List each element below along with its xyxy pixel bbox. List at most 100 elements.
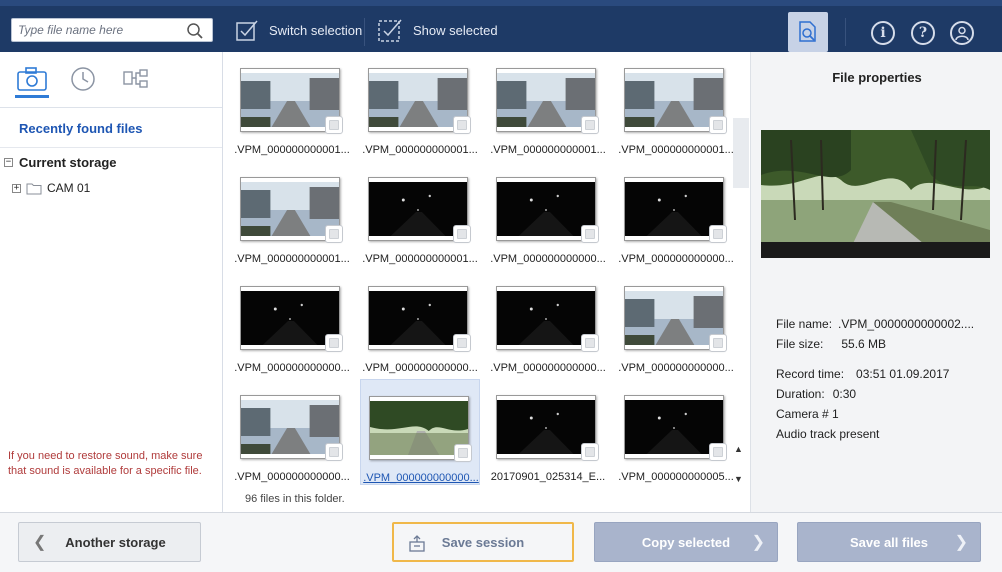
current-storage-node[interactable]: − Current storage: [4, 155, 117, 170]
toolbar-divider: [364, 18, 365, 46]
view-tabs: [0, 52, 222, 108]
file-thumbnail[interactable]: .VPM_000000000001...: [360, 161, 480, 267]
select-checkbox[interactable]: [325, 443, 343, 461]
collapse-icon[interactable]: −: [4, 158, 13, 167]
file-thumbnail[interactable]: .VPM_000000000001...: [616, 52, 736, 158]
file-name-label[interactable]: .VPM_000000000001...: [232, 253, 352, 265]
file-thumbnail[interactable]: .VPM_000000000000...: [616, 161, 736, 267]
user-icon[interactable]: [950, 21, 974, 45]
checkbox-box: [457, 229, 467, 239]
record-time-row: Record time: 03:51 01.09.2017: [776, 367, 949, 381]
left-panel: Recently found files − Current storage +…: [0, 52, 223, 512]
checkbox-box: [585, 229, 595, 239]
file-name-label[interactable]: .VPM_000000000001...: [616, 144, 736, 156]
recently-found-files-link[interactable]: Recently found files: [19, 121, 143, 136]
select-checkbox[interactable]: [581, 334, 599, 352]
checkbox-box: [458, 448, 468, 458]
file-name-label[interactable]: .VPM_000000000000...: [488, 362, 608, 374]
file-size-label: File size:: [776, 337, 824, 351]
folder-tree-icon[interactable]: [119, 64, 153, 94]
checkbox-box: [585, 120, 595, 130]
show-selected-icon: [378, 19, 402, 42]
file-name-label[interactable]: .VPM_000000000001...: [360, 144, 480, 156]
select-checkbox[interactable]: [454, 444, 472, 462]
file-thumbnail[interactable]: .VPM_000000000000...: [360, 379, 480, 485]
chevron-left-icon: ❮: [33, 534, 47, 551]
file-name-label[interactable]: .VPM_000000000000...: [232, 362, 352, 374]
another-storage-button[interactable]: ❮ Another storage: [18, 522, 201, 562]
select-checkbox[interactable]: [325, 116, 343, 134]
file-thumbnail[interactable]: .VPM_000000000000...: [232, 270, 352, 376]
file-name-label[interactable]: .VPM_000000000000...: [361, 472, 481, 484]
camera-icon[interactable]: [15, 64, 49, 98]
help-icon[interactable]: ?: [911, 21, 935, 45]
select-checkbox[interactable]: [709, 116, 727, 134]
info-icon[interactable]: i: [871, 21, 895, 45]
file-thumbnail[interactable]: .VPM_000000000000...: [232, 379, 352, 485]
search-icon[interactable]: [186, 22, 204, 43]
select-checkbox[interactable]: [581, 116, 599, 134]
divider: [0, 147, 222, 148]
record-time-value: 03:51 01.09.2017: [856, 367, 950, 381]
save-session-label: Save session: [441, 534, 525, 550]
file-name-label[interactable]: .VPM_000000000000...: [616, 362, 736, 374]
file-thumbnail[interactable]: .VPM_000000000001...: [232, 161, 352, 267]
clock-icon[interactable]: [66, 64, 100, 94]
select-checkbox[interactable]: [709, 334, 727, 352]
file-thumbnail[interactable]: 20170901_025314_E...: [488, 379, 608, 485]
chevron-right-icon: ❯: [954, 534, 968, 551]
camera-row: Camera # 1: [776, 407, 839, 421]
file-thumbnail[interactable]: .VPM_000000000000...: [488, 161, 608, 267]
select-checkbox[interactable]: [453, 225, 471, 243]
select-checkbox[interactable]: [709, 443, 727, 461]
select-checkbox[interactable]: [581, 225, 599, 243]
select-checkbox[interactable]: [453, 116, 471, 134]
video-preview[interactable]: [761, 130, 990, 258]
copy-selected-button[interactable]: Copy selected ❯: [594, 522, 778, 562]
file-thumbnail[interactable]: .VPM_000000000001...: [360, 52, 480, 158]
file-name-label[interactable]: .VPM_000000000000...: [232, 471, 352, 483]
select-checkbox[interactable]: [581, 443, 599, 461]
duration-row: Duration: 0:30: [776, 387, 856, 401]
sound-hint: If you need to restore sound, make sure …: [8, 450, 203, 477]
save-session-button[interactable]: Save session: [392, 522, 574, 562]
filter-view-button[interactable]: [788, 12, 828, 52]
select-checkbox[interactable]: [453, 334, 471, 352]
file-name-row: File name: .VPM_0000000000002....: [776, 317, 974, 331]
bottom-bar: ❮ Another storage Save session Copy sele…: [0, 512, 1002, 572]
checkbox-box: [585, 338, 595, 348]
file-name-label[interactable]: .VPM_000000000001...: [360, 253, 480, 265]
search-input[interactable]: [18, 22, 183, 38]
search-box[interactable]: [11, 18, 213, 42]
file-name-label[interactable]: .VPM_000000000001...: [488, 144, 608, 156]
file-name-label[interactable]: .VPM_000000000005...: [616, 471, 736, 483]
file-name-label[interactable]: .VPM_000000000000...: [616, 253, 736, 265]
save-all-files-button[interactable]: Save all files ❯: [797, 522, 981, 562]
select-checkbox[interactable]: [325, 225, 343, 243]
file-thumbnail[interactable]: .VPM_000000000001...: [232, 52, 352, 158]
save-session-icon: [408, 535, 426, 556]
file-thumbnail[interactable]: .VPM_000000000000...: [360, 270, 480, 376]
select-checkbox[interactable]: [709, 225, 727, 243]
storage-item-cam01[interactable]: + CAM 01: [12, 181, 90, 195]
select-checkbox[interactable]: [325, 334, 343, 352]
switch-selection-button[interactable]: Switch selection: [235, 15, 362, 45]
file-thumbnail[interactable]: .VPM_000000000000...: [488, 270, 608, 376]
file-name-label[interactable]: .VPM_000000000001...: [232, 144, 352, 156]
file-name-label[interactable]: .VPM_000000000000...: [488, 253, 608, 265]
file-properties-panel: File properties File name: .VPM_000000000…: [750, 52, 1002, 512]
file-name-label[interactable]: 20170901_025314_E...: [488, 471, 608, 483]
scroll-up-icon[interactable]: ▲: [734, 444, 743, 454]
file-grid: .VPM_000000000001... .VPM_000000000001...…: [224, 52, 751, 512]
toolbar: Switch selection Show selected i ?: [0, 0, 1002, 52]
show-selected-button[interactable]: Show selected: [377, 15, 498, 45]
file-thumbnail[interactable]: .VPM_000000000000...: [616, 270, 736, 376]
file-thumbnail[interactable]: .VPM_000000000005...: [616, 379, 736, 485]
file-name-label[interactable]: .VPM_000000000000...: [360, 362, 480, 374]
file-name-label: File name:: [776, 317, 833, 331]
scrollbar-thumb[interactable]: [733, 118, 749, 188]
checkbox-icon: [236, 20, 258, 41]
file-thumbnail[interactable]: .VPM_000000000001...: [488, 52, 608, 158]
scroll-down-icon[interactable]: ▼: [734, 474, 743, 484]
expand-icon[interactable]: +: [12, 183, 21, 193]
